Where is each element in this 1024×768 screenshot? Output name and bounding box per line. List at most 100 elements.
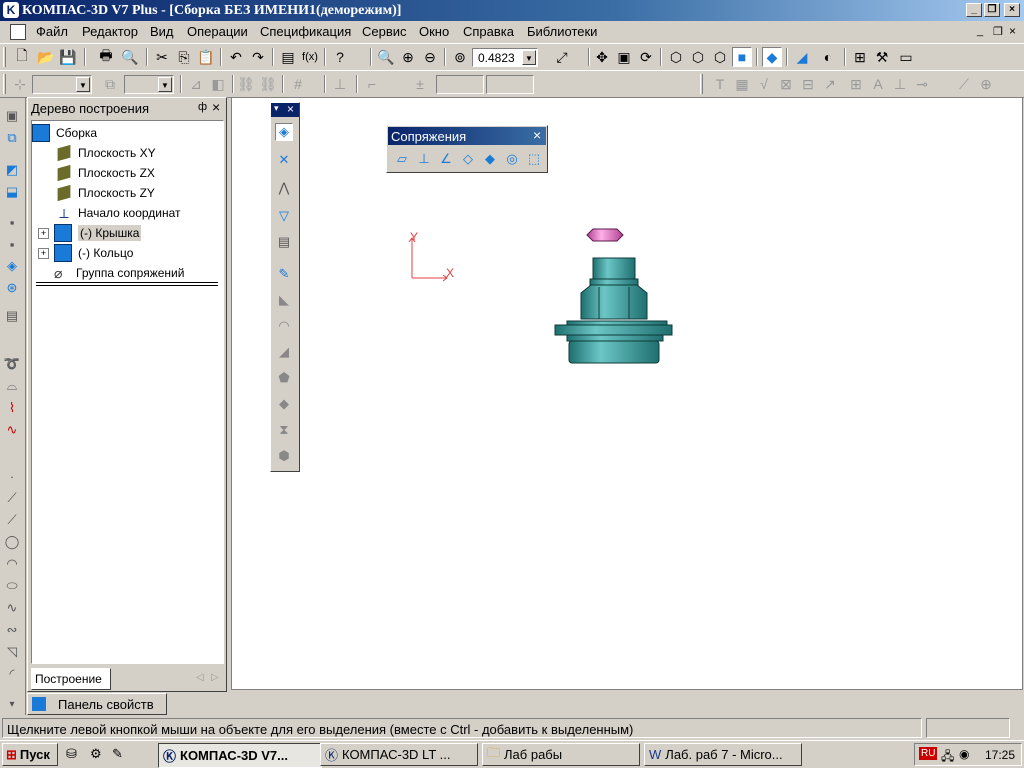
dimension-icon[interactable]: ⟋ <box>954 74 974 94</box>
solid-icon[interactable]: ◧ <box>208 74 228 94</box>
menu-window[interactable]: Окно <box>419 24 449 39</box>
concentric-mate-icon[interactable]: ◎ <box>503 150 521 168</box>
undo-icon[interactable]: ↶ <box>226 47 246 67</box>
perpendicular-mate-icon[interactable]: ⊥ <box>415 150 433 168</box>
wireframe-icon[interactable]: ⬡ <box>666 47 686 67</box>
menu-view[interactable]: Вид <box>150 24 174 39</box>
point-icon[interactable]: · <box>3 467 21 485</box>
tree-item-mates[interactable]: ⌀ Группа сопряжений <box>54 263 184 283</box>
tolerance-icon[interactable]: ⊟ <box>798 74 818 94</box>
menu-libraries[interactable]: Библиотеки <box>527 24 597 39</box>
coincident-mate-icon[interactable]: ◆ <box>481 150 499 168</box>
tree-view[interactable]: Сборка Плоскость XY Плоскость ZX Плоскос… <box>31 120 224 664</box>
analysis-icon[interactable]: ⊛ <box>3 279 21 297</box>
clock[interactable]: 17:25 <box>985 748 1015 762</box>
grid-icon[interactable]: # <box>288 74 308 94</box>
perspective-icon[interactable]: ◆ <box>762 47 782 67</box>
ellipse-icon[interactable]: ⬭ <box>3 577 21 595</box>
quicklaunch-disk-icon[interactable]: ⛁ <box>66 746 77 762</box>
shape5-icon[interactable]: ◆ <box>275 395 293 413</box>
unlink-icon[interactable]: ⛓ <box>258 74 278 94</box>
task-word[interactable]: W Лаб. раб 7 - Micro... <box>644 743 802 766</box>
print-preview-icon[interactable]: 🔍 <box>120 47 140 67</box>
display-icon[interactable]: ◐ <box>818 47 838 67</box>
edit-part-icon[interactable]: ▣ <box>3 107 21 125</box>
tree-close-icon[interactable]: × <box>212 99 220 115</box>
shape3-icon[interactable]: ◢ <box>275 343 293 361</box>
manager-icon[interactable]: ▤ <box>278 47 298 67</box>
segment-icon[interactable]: ⟋ <box>3 511 21 529</box>
close-icon[interactable]: × <box>287 102 294 116</box>
zoom-icon[interactable]: 🔍 <box>376 47 396 67</box>
pin-icon[interactable]: ф <box>198 101 207 113</box>
tab-next-icon[interactable]: ▷ <box>211 672 219 683</box>
save-icon[interactable]: 💾 <box>58 47 78 67</box>
redo-icon[interactable]: ↷ <box>248 47 268 67</box>
task-kompas-lt[interactable]: Ⓚ КОМПАС-3D LT ... <box>320 743 478 766</box>
position-icon[interactable]: A <box>868 74 888 94</box>
tree-item-plane-xy[interactable]: Плоскость XY <box>56 143 156 163</box>
rotate-icon[interactable]: ⟳ <box>636 47 656 67</box>
hidden-lines-icon[interactable]: ⬡ <box>688 47 708 67</box>
line-style-icon[interactable]: ⊸ <box>912 74 932 94</box>
x-coord-field[interactable] <box>436 75 484 94</box>
close-button[interactable]: × <box>1004 3 1020 17</box>
doc-restore-button[interactable]: ❐ <box>993 25 1003 38</box>
spiral-icon[interactable]: ➰ <box>3 355 21 373</box>
cover-part[interactable] <box>554 257 673 364</box>
bezier-icon[interactable]: ∾ <box>3 621 21 639</box>
cut-plane-icon[interactable]: ✕ <box>275 151 293 169</box>
help-pointer-icon[interactable]: ? <box>330 47 350 67</box>
circle-icon[interactable]: ◯ <box>3 533 21 551</box>
sketch-icon[interactable]: ⊿ <box>186 74 206 94</box>
shape6-icon[interactable]: ⧗ <box>275 421 293 439</box>
task-folder[interactable]: 🗀 Лаб рабы <box>482 743 640 766</box>
tree-item-assembly[interactable]: Сборка <box>32 123 97 143</box>
start-button[interactable]: ⊞ Пуск <box>2 743 58 766</box>
tools-icon[interactable]: ⚒ <box>872 47 892 67</box>
task-kompas-v7[interactable]: Ⓚ КОМПАС-3D V7... <box>158 743 322 768</box>
axis-icon[interactable]: ⊕ <box>976 74 996 94</box>
quicklaunch-app-icon[interactable]: ⚙ <box>90 746 102 762</box>
chevron-down-icon[interactable]: ▼ <box>522 50 536 65</box>
shape2-icon[interactable]: ◠ <box>275 317 293 335</box>
menu-service[interactable]: Сервис <box>362 24 407 39</box>
volume-icon[interactable]: ◉ <box>959 747 969 761</box>
close-icon[interactable]: × <box>533 127 541 143</box>
style-combo[interactable]: ▼ <box>124 75 174 94</box>
ortho-icon[interactable]: ⌐ <box>362 74 382 94</box>
expand-icon[interactable]: + <box>38 227 49 239</box>
select-icon[interactable]: ◈ <box>275 123 293 141</box>
tab-construction[interactable]: Построение <box>31 668 111 690</box>
polyline-icon[interactable]: ∿ <box>3 421 21 439</box>
shape4-icon[interactable]: ⬟ <box>275 369 293 387</box>
datum-icon[interactable]: ⊠ <box>776 74 796 94</box>
zoom-combo[interactable]: 0.4823 ▼ <box>472 48 538 67</box>
model-viewport[interactable]: ▾ × ◈ ✕ ⋀ ▽ ▤ ✎ ◣ ◠ ◢ ⬟ ◆ ⧗ ⬢ Сопряжения… <box>231 97 1023 690</box>
rotate-op-icon[interactable]: ▪ <box>3 235 21 253</box>
link-icon[interactable]: ⛓ <box>236 74 256 94</box>
cut-icon[interactable]: ✂ <box>152 47 172 67</box>
spec-icon[interactable]: ▤ <box>3 307 21 325</box>
text-icon[interactable]: T <box>710 74 730 94</box>
shaded-icon[interactable]: ■ <box>732 47 752 67</box>
section-icon[interactable]: ◢ <box>792 47 812 67</box>
measure-icon[interactable]: ⋀ <box>275 179 293 197</box>
tree-item-plane-zy[interactable]: Плоскость ZY <box>56 183 155 203</box>
curve-icon[interactable]: ⌇ <box>3 399 21 417</box>
local-cs-icon[interactable]: ⊥ <box>330 74 350 94</box>
thin-hidden-icon[interactable]: ⬡ <box>710 47 730 67</box>
menu-editor[interactable]: Редактор <box>82 24 138 39</box>
expand-icon[interactable]: + <box>38 247 49 259</box>
layer-icon[interactable]: ⧉ <box>100 74 120 94</box>
surface-icon[interactable]: ⌓ <box>3 377 21 395</box>
doc-close-button[interactable]: × <box>1009 24 1016 38</box>
tree-item-plane-zx[interactable]: Плоскость ZX <box>56 163 155 183</box>
menu-icon[interactable]: ▾ <box>274 103 279 114</box>
assembly-model[interactable] <box>547 223 687 373</box>
tree-item-origin[interactable]: ⟂ Начало координат <box>56 203 180 223</box>
move-component-icon[interactable]: ⬓ <box>3 183 21 201</box>
arc-icon[interactable]: ◠ <box>3 555 21 573</box>
pan-icon[interactable]: ✥ <box>592 47 612 67</box>
y-coord-field[interactable] <box>486 75 534 94</box>
